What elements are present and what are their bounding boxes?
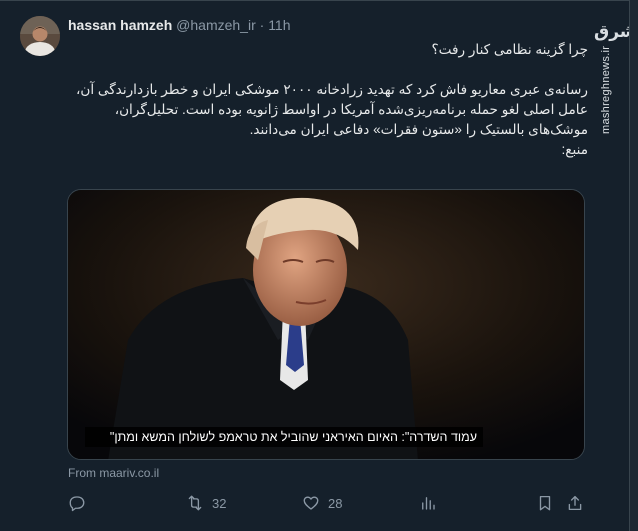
watermark-logo: مشرق	[594, 22, 638, 42]
media-card[interactable]	[67, 189, 585, 460]
retweet-icon	[188, 495, 202, 511]
watermark: مشرق mashreghnews.ir	[594, 14, 638, 134]
action-bar: 32 28	[68, 492, 588, 514]
views-icon	[422, 497, 435, 510]
tweet-line: رسانه‌ی عبری معاریو فاش کرد که تهدید زرا…	[75, 82, 588, 97]
tweet-line: منبع:	[561, 142, 589, 157]
tweet-line: چرا گزینه نظامی کنار رفت؟	[431, 42, 588, 57]
share-icon	[568, 495, 582, 511]
share-button[interactable]	[566, 492, 584, 514]
heart-icon	[303, 496, 319, 510]
reply-icon	[69, 496, 85, 512]
media-caption: עמוד השדרה": האיום האיראני שהוביל את טרא…	[85, 427, 483, 447]
watermark-site: mashreghnews.ir	[600, 45, 612, 134]
tweet-card[interactable]: hassan hamzeh @hamzeh_ir · 11h چرا گزینه…	[0, 0, 638, 531]
retweet-button[interactable]: 32	[186, 492, 226, 514]
media-photo	[68, 190, 584, 459]
retweet-count: 32	[212, 495, 227, 511]
tweet-line: موشک‌های بالستیک را «ستون فقرات» دفاعی ا…	[249, 122, 588, 137]
like-button[interactable]: 28	[302, 492, 342, 514]
bookmark-icon	[539, 495, 551, 511]
top-divider	[0, 0, 638, 1]
reply-button[interactable]	[68, 492, 94, 514]
link-source[interactable]: From maariv.co.il	[68, 466, 159, 480]
author-name[interactable]: hassan hamzeh	[68, 17, 172, 33]
views-button[interactable]	[419, 492, 445, 514]
separator-dot: ·	[259, 17, 265, 33]
avatar[interactable]	[20, 16, 60, 56]
tweet-header: hassan hamzeh @hamzeh_ir · 11h	[68, 16, 291, 34]
tweet-line: عامل اصلی لغو حمله برنامه‌ریزی‌شده آمریک…	[114, 102, 588, 117]
author-handle[interactable]: @hamzeh_ir	[176, 17, 256, 33]
like-count: 28	[328, 495, 343, 511]
scrollbar[interactable]	[630, 0, 638, 531]
bookmark-button[interactable]	[536, 492, 554, 514]
tweet-text: چرا گزینه نظامی کنار رفت؟ رسانه‌ی عبری م…	[72, 40, 588, 160]
timestamp[interactable]: 11h	[268, 17, 290, 33]
